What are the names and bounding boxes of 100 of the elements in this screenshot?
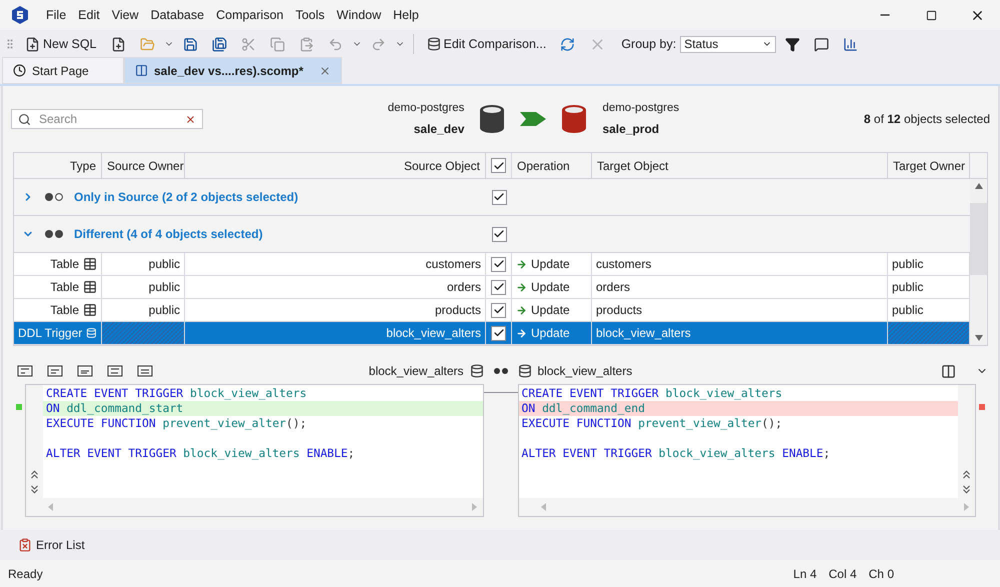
edit-comparison-button[interactable]: Edit Comparison...	[422, 35, 552, 53]
database-name: sale_dev	[414, 122, 464, 136]
search-field[interactable]: Search	[11, 109, 203, 129]
operation-label: Update	[531, 326, 570, 340]
change-marker	[979, 404, 985, 410]
source-code-editor[interactable]: CREATE EVENT TRIGGER block_view_alters ON ddl_command_start EXECUTE FUNCTION prevent_view_alter(); ALTER EVENT TRIGGER block_view_alters ENABLE;	[25, 384, 484, 517]
document-tab[interactable]: sale_dev vs....res).scomp*	[124, 57, 342, 84]
table-row[interactable]: Table public customers Update customers public	[14, 253, 970, 276]
code-line: EXECUTE FUNCTION prevent_view_alter();	[520, 416, 784, 431]
table-row[interactable]: DDL Trigger block_view_alters Update block_view_alters	[14, 322, 970, 345]
copy-icon	[270, 36, 284, 52]
wrap-toggle-icon[interactable]	[17, 364, 33, 378]
whitespace-toggle-icon[interactable]	[77, 364, 93, 378]
filter-icon	[785, 36, 800, 52]
binary-toggle-icon[interactable]	[107, 364, 123, 378]
comparison-icon	[135, 64, 148, 77]
vertical-scrollbar[interactable]	[970, 179, 987, 345]
group-title: Only in Source (2 of 2 objects selected)	[74, 190, 298, 204]
tab-label: sale_dev vs....res).scomp*	[154, 64, 304, 78]
number-toggle-icon[interactable]	[47, 364, 63, 378]
save-icon	[182, 36, 198, 52]
status-text: Ready	[8, 566, 44, 580]
server-name: demo-postgres	[602, 102, 680, 114]
two-dots-icon	[44, 229, 64, 239]
column-header[interactable]: Target Owner	[888, 153, 970, 178]
menu-item[interactable]: View	[106, 8, 145, 22]
search-icon	[18, 112, 31, 126]
group-by-label: Group by:	[621, 37, 676, 51]
menu-item[interactable]: Database	[144, 8, 210, 22]
target-object-title: block_view_alters	[538, 364, 632, 378]
table-icon	[83, 303, 97, 317]
code-line: ALTER EVENT TRIGGER block_view_alters ENABLE;	[45, 446, 356, 461]
close-icon[interactable]	[319, 64, 331, 76]
scroll-down-icon[interactable]	[28, 483, 41, 496]
column-header[interactable]: Operation	[512, 153, 592, 178]
arrow-icon	[516, 282, 527, 292]
scissors-icon	[240, 36, 256, 52]
table-cell: public	[102, 253, 185, 275]
column-indicator: Col 4	[828, 566, 857, 580]
table-icon	[83, 280, 97, 294]
table-row[interactable]: Table public products Update products public	[14, 299, 970, 322]
menu-item[interactable]: File	[40, 8, 72, 22]
type-label: Table	[50, 303, 79, 317]
table-cell: public	[102, 276, 185, 298]
code-line: CREATE EVENT TRIGGER block_view_alters	[520, 386, 784, 401]
char-indicator: Ch 0	[868, 566, 894, 580]
menu-item[interactable]: Edit	[72, 8, 106, 22]
selection-count: 8 of 12 objects selected	[864, 112, 990, 126]
undo-icon	[328, 36, 342, 52]
checkbox[interactable]	[491, 280, 506, 294]
type-label: Table	[50, 257, 79, 271]
search-input[interactable]: Search	[37, 111, 179, 127]
trigger-icon	[470, 364, 484, 378]
table-cell: customers	[592, 253, 888, 275]
menu-item[interactable]: Tools	[289, 8, 331, 22]
column-header[interactable]: Source Owner	[102, 153, 185, 178]
column-header[interactable]: Source Object	[185, 153, 486, 178]
error-list-tab[interactable]: Error List	[36, 538, 85, 552]
database-icon	[560, 104, 588, 134]
group-by-select[interactable]: Status	[680, 36, 776, 52]
target-code-editor[interactable]: CREATE EVENT TRIGGER block_view_alters ON ddl_command_end EXECUTE FUNCTION prevent_view_alter(); ALTER EVENT TRIGGER block_view_alters ENABLE;	[518, 384, 976, 517]
database-icon	[478, 104, 506, 134]
type-label: DDL Trigger	[18, 326, 82, 340]
paste-icon	[298, 36, 314, 52]
document-tab[interactable]: Start Page	[2, 57, 124, 84]
clear-icon[interactable]	[185, 114, 196, 124]
table-cell: products	[185, 299, 486, 321]
arrow-icon	[516, 328, 527, 338]
scroll-up-icon[interactable]	[974, 183, 982, 189]
change-marker	[16, 404, 22, 410]
layout-icon[interactable]	[941, 364, 956, 378]
table-row[interactable]: Table public orders Update orders public	[14, 276, 970, 299]
checkbox[interactable]	[492, 226, 506, 242]
menu-item[interactable]: Window	[330, 8, 388, 22]
scroll-up-icon[interactable]	[960, 468, 973, 481]
server-name: demo-postgres	[388, 102, 464, 114]
table-cell: block_view_alters	[185, 322, 486, 344]
indent-toggle-icon[interactable]	[137, 364, 153, 378]
database-name: sale_prod	[602, 122, 660, 136]
redo-icon	[370, 36, 386, 52]
error-list-icon[interactable]	[18, 538, 32, 552]
checkbox[interactable]	[491, 158, 506, 173]
scroll-down-icon[interactable]	[960, 483, 973, 496]
scroll-up-icon[interactable]	[28, 468, 41, 481]
scroll-down-icon[interactable]	[974, 335, 982, 341]
checkbox[interactable]	[491, 256, 506, 272]
new-sql-button[interactable]: New SQL	[20, 34, 102, 54]
column-header[interactable]: Target Object	[592, 153, 888, 178]
start-page-icon	[13, 64, 26, 77]
checkbox[interactable]	[492, 190, 506, 204]
menu-item[interactable]: Help	[387, 8, 425, 22]
checkbox[interactable]	[491, 326, 506, 340]
table-cell: customers	[185, 253, 486, 275]
checkbox[interactable]	[491, 302, 506, 318]
app-logo	[10, 5, 30, 25]
source-object-title: block_view_alters	[368, 364, 464, 378]
column-header[interactable]: Type	[14, 153, 102, 178]
table-cell: orders	[592, 276, 888, 298]
operation-label: Update	[531, 257, 570, 271]
menu-item[interactable]: Comparison	[210, 8, 290, 22]
